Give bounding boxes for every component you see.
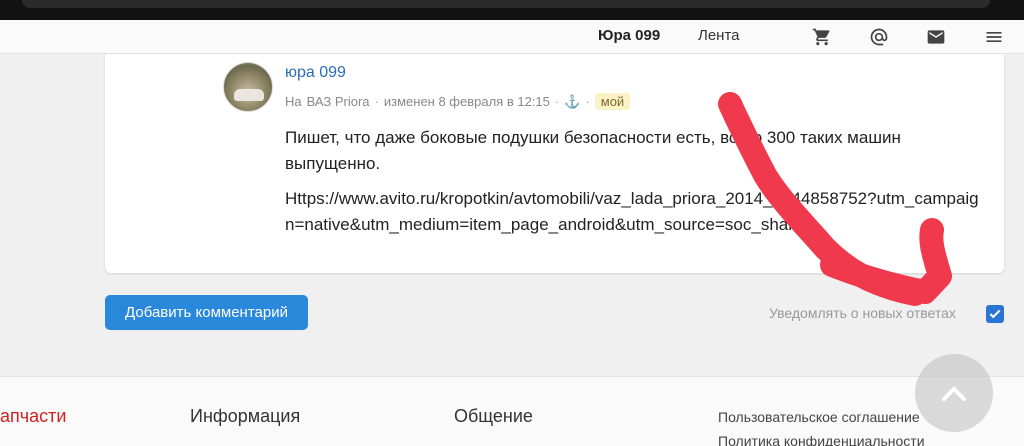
browser-top-bar (0, 0, 1024, 20)
notify-label: Уведомлять о новых ответах (769, 305, 956, 321)
meta-separator: · (585, 94, 590, 109)
comment-meta: На ВАЗ Priora · изменен 8 февраля в 12:1… (285, 93, 631, 110)
meta-edited: изменен 8 февраля в 12:15 (383, 94, 550, 109)
meta-board-link[interactable]: ВАЗ Priora (307, 94, 370, 109)
avatar[interactable] (223, 62, 273, 112)
check-icon (989, 309, 1001, 319)
anchor-icon[interactable]: ⚓ (564, 94, 580, 110)
comment-link[interactable]: Https://www.avito.ru/kropotkin/avtomobil… (285, 186, 985, 238)
footer-terms-link[interactable]: Пользовательское соглашение (718, 409, 920, 425)
browser-tab-strip (22, 0, 990, 8)
notify-checkbox[interactable] (986, 305, 1004, 323)
cart-icon[interactable] (810, 25, 834, 49)
header-username[interactable]: Юра 099 (598, 27, 660, 44)
meta-prefix: На (285, 94, 302, 109)
meta-separator: · (554, 94, 560, 109)
menu-icon[interactable] (982, 25, 1006, 49)
add-comment-button[interactable]: Добавить комментарий (105, 295, 308, 330)
scroll-to-top-button[interactable] (915, 354, 993, 432)
at-icon[interactable] (867, 25, 891, 49)
comment-text: Пишет, что даже боковые подушки безопасн… (285, 128, 901, 173)
meta-separator: · (374, 94, 379, 109)
chevron-up-icon (942, 386, 966, 401)
site-footer: апчасти Информация Общение Пользовательс… (0, 376, 1024, 446)
own-badge: мой (594, 93, 631, 110)
comment-author[interactable]: юра 099 (285, 64, 346, 82)
footer-info-heading: Информация (190, 406, 301, 426)
header-feed-link[interactable]: Лента (698, 27, 740, 44)
mail-icon[interactable] (924, 25, 948, 49)
footer-parts-heading[interactable]: апчасти (0, 406, 66, 427)
footer-privacy-link[interactable]: Политика конфиденциальности (718, 433, 925, 446)
avatar-car-shape (234, 89, 264, 101)
footer-community-heading: Общение (454, 406, 533, 426)
site-header: Юра 099 Лента (0, 20, 1024, 54)
